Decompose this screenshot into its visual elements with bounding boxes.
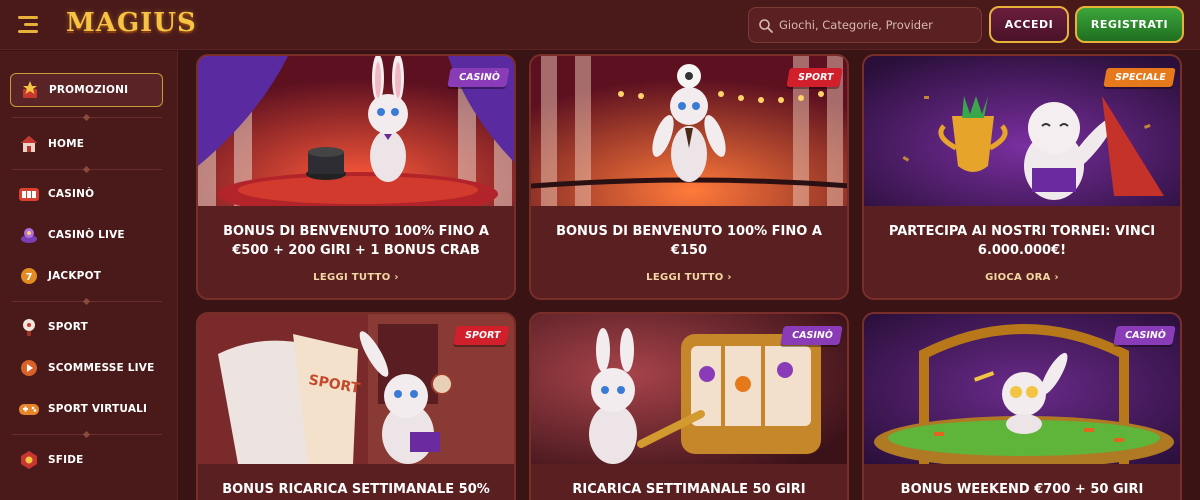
category-tag: SPORT bbox=[786, 68, 843, 87]
promo-info: PARTECIPA AI NOSTRI TORNEI: VINCI 6.000.… bbox=[864, 206, 1180, 298]
promo-title: BONUS DI BENVENUTO 100% FINO A €500 + 20… bbox=[223, 224, 489, 258]
sidebar-item-label: CASINÒ LIVE bbox=[48, 229, 125, 241]
play-now-link[interactable]: GIOCA ORA › bbox=[864, 272, 1180, 283]
promo-info: RICARICA SETTIMANALE 50 GIRI bbox=[531, 464, 847, 500]
sidebar-item-scommesse-live[interactable]: SCOMMESSE LIVE bbox=[10, 351, 163, 385]
sidebar-item-label: JACKPOT bbox=[48, 270, 102, 282]
sidebar-divider bbox=[12, 434, 162, 435]
live-bets-icon bbox=[18, 357, 40, 379]
read-more-label: LEGGI TUTTO bbox=[646, 272, 724, 283]
sidebar-item-sport[interactable]: SPORT bbox=[10, 310, 163, 344]
register-button[interactable]: REGISTRATI bbox=[1075, 6, 1184, 43]
home-icon bbox=[18, 133, 40, 155]
login-button[interactable]: ACCEDI bbox=[989, 6, 1069, 43]
promo-info: BONUS WEEKEND €700 + 50 GIRI bbox=[864, 464, 1180, 500]
promo-card-welcome-casino[interactable]: CASINÒ BONUS DI BENVENUTO 100% FINO A €5… bbox=[196, 54, 516, 300]
search-box[interactable] bbox=[748, 7, 982, 43]
promo-title: PARTECIPA AI NOSTRI TORNEI: VINCI 6.000.… bbox=[888, 224, 1156, 258]
sidebar-item-promozioni[interactable]: PROMOZIONI bbox=[10, 73, 163, 107]
promo-card-welcome-sport[interactable]: SPORT BONUS DI BENVENUTO 100% FINO A €15… bbox=[529, 54, 849, 300]
sidebar-item-label: SPORT bbox=[48, 321, 88, 333]
promo-info: BONUS DI BENVENUTO 100% FINO A €500 + 20… bbox=[198, 206, 514, 298]
sidebar-item-label: HOME bbox=[48, 138, 85, 150]
sidebar-divider bbox=[12, 169, 162, 170]
promo-card-weekly-reload-sport[interactable]: SPORT SPORT BONUS RICARICA SETTIMANALE 5… bbox=[196, 312, 516, 500]
sidebar-item-label: PROMOZIONI bbox=[49, 84, 129, 96]
svg-text:7: 7 bbox=[26, 272, 33, 283]
casino-slot-icon bbox=[18, 183, 40, 205]
promo-image: CASINÒ bbox=[198, 56, 514, 206]
gamepad-icon bbox=[18, 398, 40, 420]
sidebar-item-label: SPORT VIRTUALI bbox=[48, 403, 148, 415]
read-more-label: LEGGI TUTTO bbox=[313, 272, 391, 283]
sport-ball-icon bbox=[18, 316, 40, 338]
play-now-label: GIOCA ORA bbox=[985, 272, 1051, 283]
search-icon bbox=[759, 19, 773, 33]
promo-info: BONUS DI BENVENUTO 100% FINO A €150 LEGG… bbox=[531, 206, 847, 298]
sidebar-item-label: SFIDE bbox=[48, 454, 84, 466]
sidebar-divider bbox=[12, 301, 162, 302]
chevron-right-icon: › bbox=[394, 272, 399, 283]
category-tag: CASINÒ bbox=[1113, 326, 1176, 345]
promo-card-tournaments[interactable]: SPECIALE PARTECIPA AI NOSTRI TORNEI: VIN… bbox=[862, 54, 1182, 300]
category-tag: CASINÒ bbox=[447, 68, 510, 87]
read-more-link[interactable]: LEGGI TUTTO › bbox=[198, 272, 514, 283]
category-tag: SPECIALE bbox=[1103, 68, 1176, 87]
promo-image: CASINÒ bbox=[864, 314, 1180, 464]
sidebar-item-sport-virtuali[interactable]: SPORT VIRTUALI bbox=[10, 392, 163, 426]
sidebar-item-label: CASINÒ bbox=[48, 188, 95, 200]
sidebar: PROMOZIONI HOME CASINÒ CASINÒ LIVE 7 JAC… bbox=[0, 51, 178, 500]
sidebar-item-casino-live[interactable]: CASINÒ LIVE bbox=[10, 218, 163, 252]
promo-title: BONUS WEEKEND €700 + 50 GIRI bbox=[900, 482, 1144, 497]
live-casino-icon bbox=[18, 224, 40, 246]
sidebar-item-label: SCOMMESSE LIVE bbox=[48, 362, 155, 374]
category-tag: CASINÒ bbox=[780, 326, 843, 345]
sidebar-item-sfide[interactable]: SFIDE bbox=[10, 443, 163, 477]
promo-title: RICARICA SETTIMANALE 50 GIRI bbox=[572, 482, 806, 497]
promo-title: BONUS DI BENVENUTO 100% FINO A €150 bbox=[556, 224, 822, 258]
sidebar-item-home[interactable]: HOME bbox=[10, 127, 163, 161]
sidebar-item-jackpot[interactable]: 7 JACKPOT bbox=[10, 259, 163, 293]
read-more-link[interactable]: LEGGI TUTTO › bbox=[531, 272, 847, 283]
menu-toggle-icon[interactable] bbox=[18, 14, 46, 36]
promo-card-weekly-reload-spins[interactable]: CASINÒ RICARICA SETTIMANALE 50 GIRI bbox=[529, 312, 849, 500]
promo-info: BONUS RICARICA SETTIMANALE 50% bbox=[198, 464, 514, 500]
promo-title: BONUS RICARICA SETTIMANALE 50% bbox=[222, 482, 490, 497]
promotions-star-icon bbox=[19, 79, 41, 101]
top-header: MAGIUS ACCEDI REGISTRATI bbox=[0, 0, 1200, 50]
promo-image: CASINÒ bbox=[531, 314, 847, 464]
promo-image: SPECIALE bbox=[864, 56, 1180, 206]
sidebar-divider bbox=[12, 117, 162, 118]
search-input[interactable] bbox=[779, 8, 975, 42]
site-logo[interactable]: MAGIUS bbox=[66, 8, 197, 38]
sidebar-item-casino[interactable]: CASINÒ bbox=[10, 177, 163, 211]
category-tag: SPORT bbox=[453, 326, 510, 345]
promo-card-weekend-bonus[interactable]: CASINÒ BONUS WEEKEND €700 + 50 GIRI bbox=[862, 312, 1182, 500]
challenges-icon bbox=[18, 449, 40, 471]
promo-image: SPORT bbox=[531, 56, 847, 206]
chevron-right-icon: › bbox=[1054, 272, 1059, 283]
jackpot-icon: 7 bbox=[18, 265, 40, 287]
promo-image: SPORT SPORT bbox=[198, 314, 514, 464]
chevron-right-icon: › bbox=[727, 272, 732, 283]
